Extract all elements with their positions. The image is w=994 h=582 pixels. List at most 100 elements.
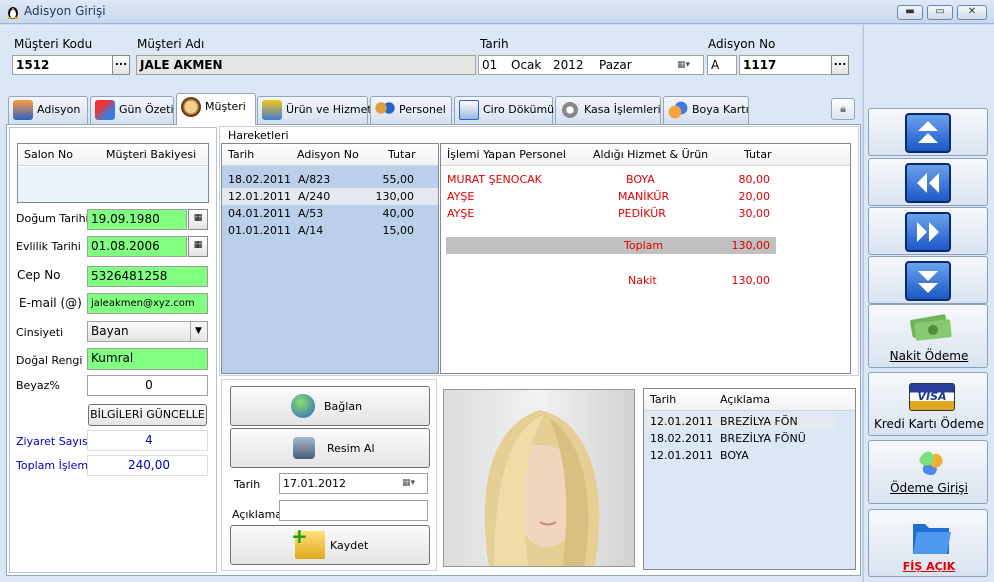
bilgileri-guncelle-button[interactable]: BİLGİLERİ GÜNCELLE <box>88 404 207 426</box>
odeme-girisi-button[interactable]: Ödeme Girişi <box>868 440 988 504</box>
table-row[interactable]: 01.01.2011 A/14 15,00 <box>222 222 438 239</box>
tab-personel[interactable]: Personel <box>370 96 452 124</box>
list-item[interactable]: 12.01.2011 BREZİLYA FÖN <box>644 413 836 430</box>
aciklama-text-cell: BOYA <box>720 449 749 462</box>
product-icon <box>262 100 282 120</box>
hareket-adisyon-cell: A/53 <box>298 207 324 220</box>
table-row[interactable]: AYŞE PEDİKÜR 30,00 <box>441 205 850 222</box>
maximize-button[interactable]: ▭ <box>927 5 953 20</box>
aciklama-label: Açıklama <box>232 508 283 521</box>
dogal-rengi-label: Doğal Rengi <box>16 354 83 367</box>
hizmet-urun-header: Aldığı Hizmet & Ürün <box>593 148 709 161</box>
last-record-button[interactable] <box>868 256 988 304</box>
tab-ciro-dokumu[interactable]: Ciro Dökümü <box>454 96 554 124</box>
penguin-icon <box>8 7 18 19</box>
aciklama-grid-header: Tarih Açıklama <box>644 389 855 411</box>
tab-boya-karti[interactable]: Boya Kartı <box>663 96 749 124</box>
toplam-label: Toplam <box>624 239 664 252</box>
hareket-tutar-cell: 40,00 <box>382 207 415 220</box>
double-right-arrow-icon <box>905 212 951 252</box>
aciklama-input[interactable] <box>279 500 428 521</box>
customer-face-icon <box>181 97 201 117</box>
toplam-value: 130,00 <box>731 239 771 252</box>
tarih-picker[interactable]: 01 Ocak 2012 Pazar ▦▾ <box>478 55 704 75</box>
hareket-tutar-cell: 130,00 <box>375 190 415 203</box>
tab-adisyon[interactable]: Adisyon <box>8 96 88 124</box>
nakit-odeme-label: Nakit Ödeme <box>889 349 969 363</box>
cinsiyet-select[interactable]: Bayan ▼ <box>87 321 208 342</box>
pencil-icon <box>95 100 115 120</box>
folder-icon <box>913 524 951 554</box>
table-row[interactable]: MURAT ŞENOCAK BOYA 80,00 <box>441 171 850 188</box>
dogal-rengi-field[interactable]: Kumral <box>87 348 208 370</box>
cinsiyet-value: Bayan <box>91 324 129 338</box>
musteri-kodu-browse-button[interactable]: ... <box>112 55 130 75</box>
salon-grid-body <box>18 167 208 202</box>
adisyon-seri-field[interactable]: A <box>707 55 737 75</box>
evlilik-tarihi-field[interactable]: 01.08.2006 <box>87 236 187 257</box>
checklist-icon <box>459 100 479 120</box>
first-record-button[interactable] <box>868 108 988 156</box>
list-item[interactable]: 12.01.2011 BOYA <box>644 447 836 464</box>
resim-tarih-picker[interactable]: 17.01.2012 ▦▾ <box>279 473 428 494</box>
salon-grid[interactable]: Salon No Müşteri Bakiyesi <box>17 143 209 203</box>
tab-musteri[interactable]: Müşteri <box>176 93 256 125</box>
coins-icon <box>919 451 943 475</box>
tab-kasa-islemleri[interactable]: Kasa İşlemleri <box>555 96 661 124</box>
hareketler-grid[interactable]: Tarih Adisyon No Tutar 18.02.2011 A/823 … <box>221 143 439 374</box>
receipt-icon <box>13 100 33 120</box>
dogum-tarihi-field[interactable]: 19.09.1980 <box>87 209 187 230</box>
minimize-button[interactable]: ▬ <box>897 5 923 20</box>
beyaz-field[interactable]: 0 <box>87 375 208 396</box>
nakit-odeme-button[interactable]: Nakit Ödeme <box>868 304 988 368</box>
tab-urun-hizmet[interactable]: Ürün ve Hizmet <box>257 96 372 124</box>
resim-al-button[interactable]: Resim Al <box>230 428 430 468</box>
calendar-dropdown-icon[interactable]: ▦▾ <box>677 56 690 74</box>
dogum-calendar-icon[interactable]: ▦ <box>188 209 208 230</box>
detay-grid[interactable]: İşlemi Yapan Personel Aldığı Hizmet & Ür… <box>440 143 851 374</box>
resim-al-label: Resim Al <box>327 442 375 455</box>
aciklama-grid[interactable]: Tarih Açıklama 12.01.2011 BREZİLYA FÖN 1… <box>643 388 856 570</box>
close-button[interactable]: ✕ <box>957 5 987 20</box>
fis-acik-label: FİŞ AÇIK <box>902 560 956 573</box>
musteri-bakiyesi-header: Müşteri Bakiyesi <box>106 148 197 161</box>
email-label: E-mail (@) <box>19 296 82 310</box>
double-down-arrow-icon <box>905 261 951 301</box>
cep-no-label: Cep No <box>17 268 61 282</box>
ziyaret-sayisi-label: Ziyaret Sayısı <box>16 435 91 448</box>
adisyon-no-browse-button[interactable]: ... <box>831 55 849 75</box>
tarih-yil: 2012 <box>553 58 584 72</box>
customer-photo <box>443 389 635 567</box>
hareket-tarih-cell: 12.01.2011 <box>228 190 291 203</box>
table-row[interactable]: AYŞE MANİKÜR 20,00 <box>441 188 850 205</box>
cep-no-field[interactable]: 5326481258 <box>87 266 208 287</box>
table-row[interactable]: 18.02.2011 A/823 55,00 <box>222 171 438 188</box>
musteri-adi-field: JALE AKMEN <box>136 55 476 75</box>
musteri-kodu-label: Müşteri Kodu <box>14 37 93 51</box>
kaydet-button[interactable]: + Kaydet <box>230 525 430 565</box>
staff-icon <box>375 100 395 120</box>
evlilik-calendar-icon[interactable]: ▦ <box>188 236 208 257</box>
email-field[interactable]: jaleakmen@xyz.com <box>87 293 208 314</box>
previous-record-button[interactable] <box>868 158 988 206</box>
tab-gun-ozeti[interactable]: Gün Özeti <box>90 96 174 124</box>
double-up-arrow-icon <box>905 113 951 153</box>
table-row[interactable]: 12.01.2011 A/240 130,00 <box>222 188 438 205</box>
fis-acik-button[interactable]: FİŞ AÇIK <box>868 509 988 577</box>
resim-tarih-label: Tarih <box>234 478 261 491</box>
chevron-down-icon[interactable]: ▼ <box>190 322 206 341</box>
list-item[interactable]: 18.02.2011 BREZİLYA FÖNÜ <box>644 430 836 447</box>
right-action-panel: Nakit Ödeme VISA Kredi Kartı Ödeme Ödeme… <box>863 25 994 582</box>
hizmet-cell: MANİKÜR <box>618 190 670 203</box>
baglan-button[interactable]: Bağlan <box>230 386 430 426</box>
table-row[interactable]: 04.01.2011 A/53 40,00 <box>222 205 438 222</box>
kredi-karti-odeme-button[interactable]: VISA Kredi Kartı Ödeme <box>868 372 988 436</box>
next-record-button[interactable] <box>868 207 988 255</box>
calendar-dropdown-icon[interactable]: ▦▾ <box>402 474 415 493</box>
hizmet-cell: PEDİKÜR <box>618 207 666 220</box>
toplam-islem-label: Toplam İşlem <box>16 459 89 472</box>
hizmet-cell: BOYA <box>626 173 655 186</box>
lock-icon[interactable]: 🔒︎ <box>831 98 855 120</box>
baglan-label: Bağlan <box>324 400 363 413</box>
nakit-label: Nakit <box>628 274 657 287</box>
